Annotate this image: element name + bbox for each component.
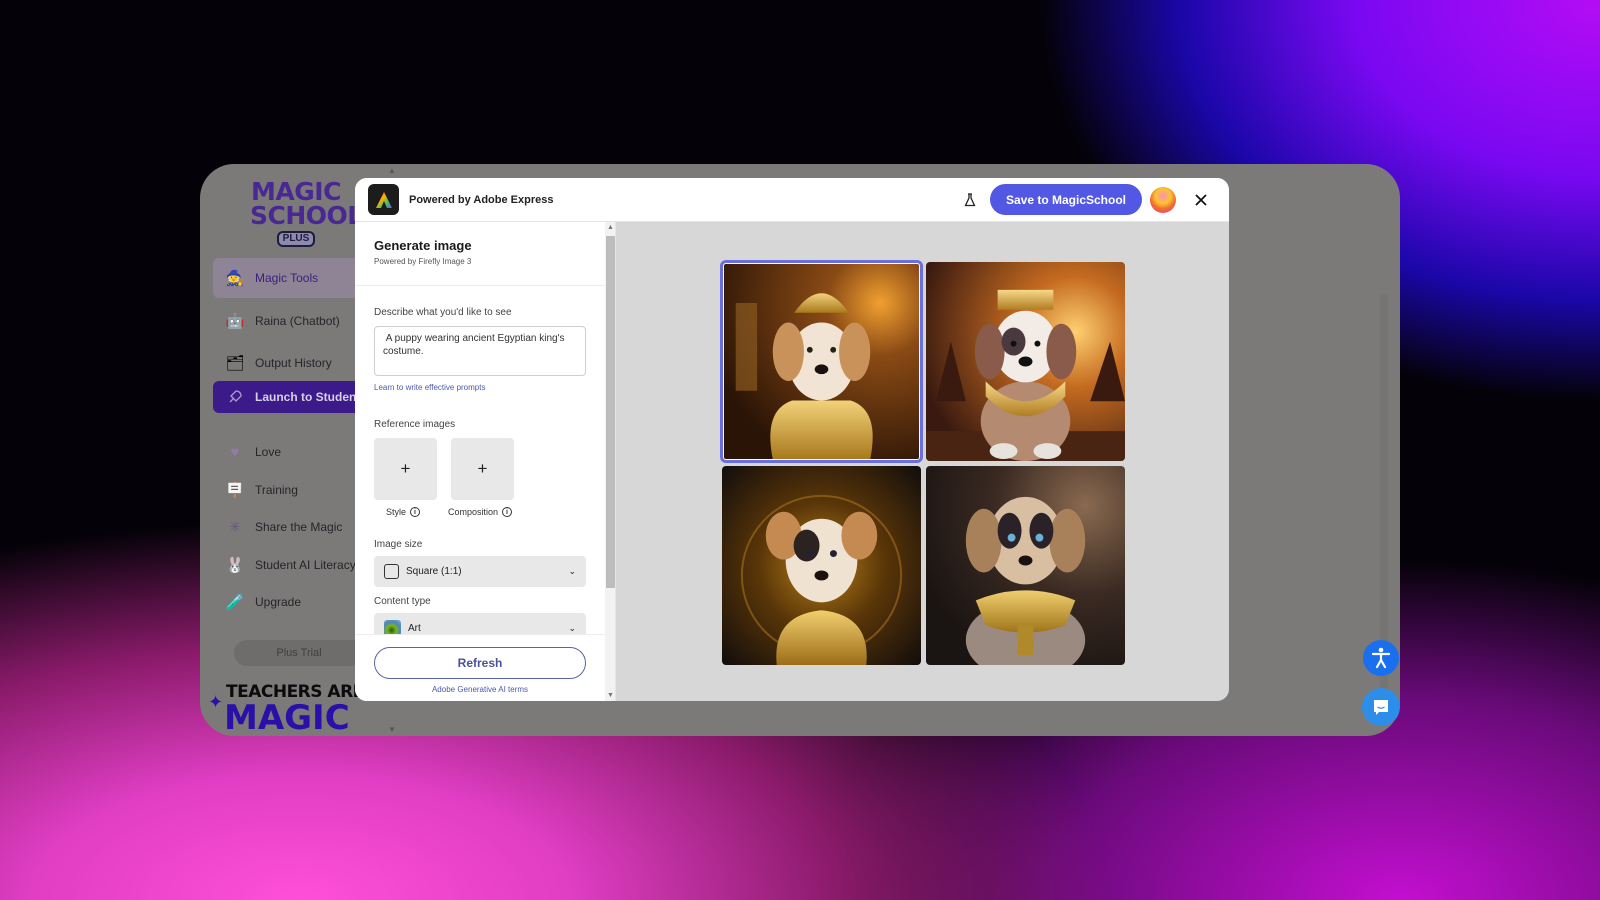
powered-by-label: Powered by Adobe Express <box>409 193 554 206</box>
prompt-label: Describe what you'd like to see <box>374 307 512 318</box>
plus-badge: PLUS <box>276 231 316 247</box>
sparkle-icon: ✳ <box>228 519 242 536</box>
style-label: Style <box>386 507 407 517</box>
reference-images-label: Reference images <box>374 419 456 430</box>
content-type-value: Art <box>408 623 421 634</box>
chevron-down-icon: ⌄ <box>568 623 576 633</box>
plus-trial-button[interactable]: Plus Trial <box>234 640 364 666</box>
chat-icon <box>1374 700 1388 715</box>
close-icon[interactable] <box>1192 191 1210 209</box>
panel-subtitle: Powered by Firefly Image 3 <box>374 257 472 266</box>
composition-label: Composition <box>448 507 499 517</box>
logo-line2: SCHOOL <box>250 201 363 230</box>
result-image-1[interactable] <box>720 260 923 463</box>
result-image-4[interactable] <box>926 466 1125 665</box>
sidebar-item-label: Output History <box>255 356 332 370</box>
panel-scrollbar[interactable]: ▲ ▼ <box>605 222 616 701</box>
refresh-button[interactable]: Refresh <box>374 647 586 679</box>
panel-title: Generate image <box>374 238 472 253</box>
save-to-magicschool-button[interactable]: Save to MagicSchool <box>989 184 1142 215</box>
sidebar-item-label: Student AI Literacy <box>255 558 356 572</box>
image-size-value: Square (1:1) <box>406 566 462 577</box>
result-image-3[interactable] <box>722 466 921 665</box>
magicschool-logo[interactable]: MAGIC SCHOOL PLUS <box>250 179 363 247</box>
sidebar-item-label: Launch to Students <box>255 390 367 404</box>
chevron-down-icon: ⌄ <box>568 566 576 576</box>
scroll-down-arrow[interactable]: ▼ <box>607 692 614 699</box>
user-avatar[interactable] <box>1150 186 1176 213</box>
style-caption: Style i <box>386 507 421 517</box>
banner-magic: MAGIC <box>224 698 350 736</box>
scrollbar-thumb[interactable] <box>606 236 615 588</box>
learn-prompts-link[interactable]: Learn to write effective prompts <box>374 383 485 392</box>
generate-panel: Generate image Powered by Firefly Image … <box>355 222 605 701</box>
generative-ai-terms-link[interactable]: Adobe Generative AI terms <box>355 685 605 694</box>
heart-icon: ♥ <box>230 443 240 461</box>
prompt-input[interactable] <box>374 326 586 376</box>
scroll-down-arrow[interactable]: ▼ <box>388 725 396 734</box>
content-type-label: Content type <box>374 596 431 607</box>
chat-support-button[interactable] <box>1362 688 1400 726</box>
divider <box>355 285 605 286</box>
sidebar-item-label: Love <box>255 445 282 459</box>
sidebar-item-label: Upgrade <box>255 595 302 609</box>
sparkle-icon: ✦ <box>208 692 224 712</box>
flask-icon[interactable] <box>960 190 980 210</box>
rocket-icon <box>225 387 245 407</box>
sidebar-item-label: Magic Tools <box>255 271 319 285</box>
wizard-icon: 🧙 <box>225 270 245 287</box>
easel-icon: 🪧 <box>225 482 245 499</box>
adobe-express-modal: Powered by Adobe Express Save to MagicSc… <box>355 178 1229 701</box>
modal-header: Powered by Adobe Express Save to MagicSc… <box>355 178 1229 222</box>
composition-reference-add-button[interactable]: + <box>451 438 514 500</box>
composition-caption: Composition i <box>448 507 513 517</box>
image-size-label: Image size <box>374 539 423 550</box>
sidebar-item-label: Raina (Chatbot) <box>255 314 340 328</box>
history-icon: 🗂 <box>225 355 245 372</box>
potion-icon: 🧪 <box>225 594 245 611</box>
style-reference-add-button[interactable]: + <box>374 438 437 500</box>
result-image-2[interactable] <box>926 262 1125 461</box>
accessibility-icon <box>1371 647 1391 669</box>
app-window: MAGIC SCHOOL PLUS 🧙 Magic Tools 🤖 Raina … <box>200 164 1400 736</box>
image-size-select[interactable]: Square (1:1) ⌄ <box>374 556 586 587</box>
scroll-up-arrow[interactable]: ▲ <box>388 166 396 175</box>
robot-icon: 🤖 <box>225 313 245 330</box>
results-gallery <box>720 260 1126 666</box>
info-icon[interactable]: i <box>410 507 421 517</box>
bunny-icon: 🐰 <box>225 557 245 574</box>
sidebar-item-label: Share the Magic <box>255 520 343 534</box>
scroll-up-arrow[interactable]: ▲ <box>607 224 614 231</box>
info-icon[interactable]: i <box>502 507 513 517</box>
square-aspect-icon <box>384 564 399 579</box>
panel-footer: Refresh Adobe Generative AI terms <box>355 634 605 701</box>
adobe-express-logo <box>368 184 399 215</box>
sidebar-item-label: Training <box>255 483 298 497</box>
accessibility-button[interactable] <box>1363 640 1399 676</box>
